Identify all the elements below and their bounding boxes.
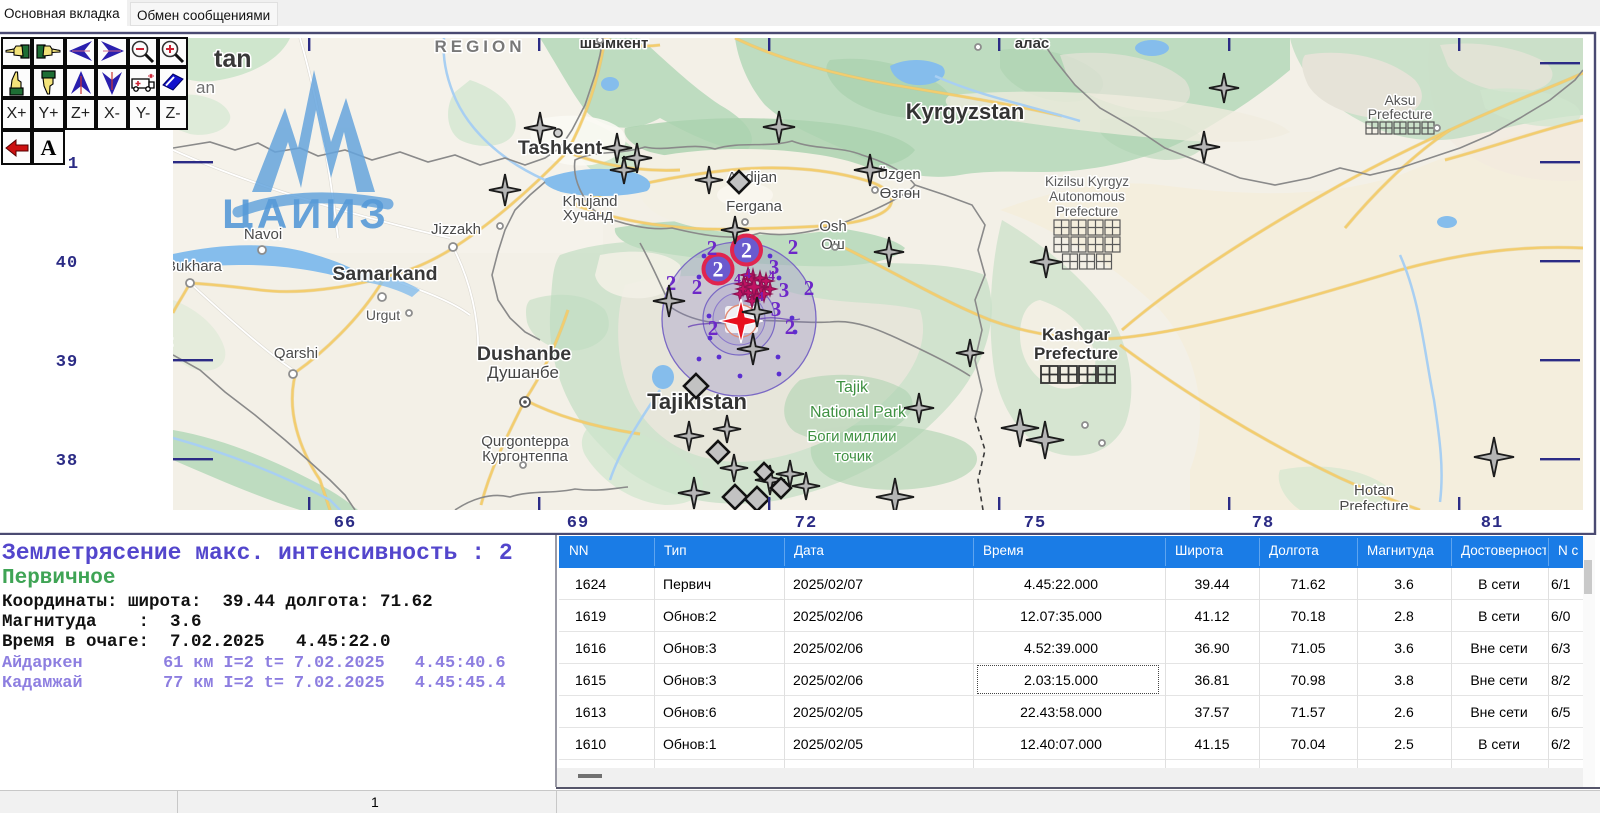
svg-text:Prefecture: Prefecture: [1368, 106, 1433, 122]
svg-text:Bukhara: Bukhara: [166, 258, 223, 275]
svg-text:Prefecture: Prefecture: [1056, 204, 1118, 219]
svg-text:40: 40: [56, 254, 78, 273]
svg-text:75: 75: [1024, 514, 1046, 533]
svg-text:Urgut: Urgut: [366, 307, 400, 323]
svg-text:2: 2: [804, 276, 815, 300]
svg-text:точик: точик: [834, 448, 872, 465]
svg-text:81: 81: [1481, 514, 1503, 533]
svg-text:2: 2: [785, 315, 796, 339]
svg-text:Kyrgyzstan: Kyrgyzstan: [906, 99, 1025, 124]
svg-text:72: 72: [795, 514, 817, 533]
svg-text:2: 2: [741, 238, 752, 263]
svg-text:REGION: REGION: [434, 37, 525, 56]
svg-text:Боги миллии: Боги миллии: [807, 428, 896, 445]
svg-text:38: 38: [56, 452, 78, 471]
svg-text:Tajik: Tajik: [836, 379, 869, 396]
svg-text:Душанбе: Душанбе: [487, 363, 559, 382]
svg-text:Хучанд: Хучанд: [563, 207, 614, 224]
svg-text:Fergana: Fergana: [726, 198, 783, 215]
svg-text:Osh: Osh: [819, 218, 847, 235]
svg-text:66: 66: [334, 514, 356, 533]
svg-text:1: 1: [68, 155, 78, 174]
svg-text:39: 39: [56, 353, 78, 372]
svg-text:Üzgen: Üzgen: [877, 165, 920, 183]
svg-text:2: 2: [788, 235, 799, 259]
svg-text:Dushanbe: Dushanbe: [477, 343, 571, 365]
svg-text:Өзгөн: Өзгөн: [880, 185, 921, 202]
svg-text:69: 69: [567, 514, 589, 533]
svg-text:Samarkand: Samarkand: [332, 263, 437, 285]
svg-text:Kashgar: Kashgar: [1042, 325, 1110, 344]
svg-text:Navoi: Navoi: [244, 226, 282, 243]
svg-text:Kizilsu Kyrgyz: Kizilsu Kyrgyz: [1045, 174, 1129, 189]
svg-text:Prefecture: Prefecture: [1034, 344, 1118, 363]
svg-text:4: 4: [734, 272, 741, 287]
svg-text:4: 4: [744, 267, 751, 282]
svg-text:3: 3: [769, 255, 780, 279]
svg-text:Autonomous: Autonomous: [1049, 189, 1125, 204]
svg-text:78: 78: [1252, 514, 1274, 533]
svg-text:Hotan: Hotan: [1354, 482, 1394, 499]
svg-text:2: 2: [707, 236, 718, 260]
svg-text:an: an: [196, 78, 215, 97]
svg-text:tan: tan: [214, 45, 252, 73]
svg-text:Jizzakh: Jizzakh: [431, 221, 481, 238]
svg-text:Qarshi: Qarshi: [274, 345, 318, 362]
svg-text:2: 2: [713, 257, 724, 282]
svg-text:2: 2: [692, 275, 703, 299]
svg-text:National Park: National Park: [810, 404, 907, 421]
svg-text:2: 2: [708, 316, 719, 340]
svg-text:3: 3: [779, 278, 790, 302]
svg-text:Tashkent: Tashkent: [518, 137, 603, 159]
